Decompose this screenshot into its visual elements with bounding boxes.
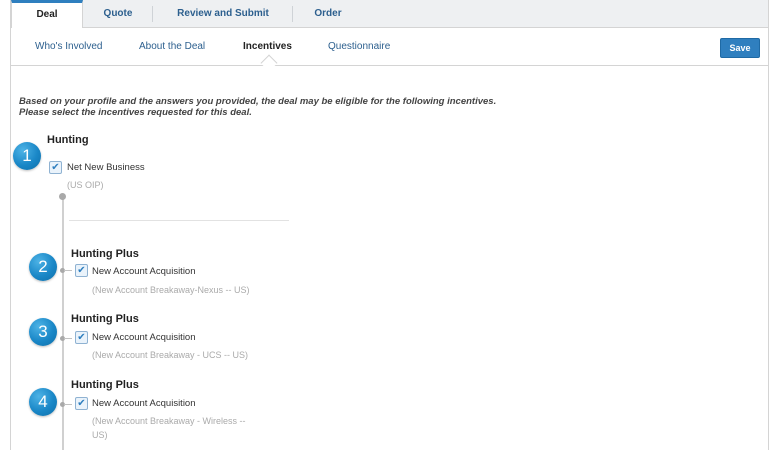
timeline-dot [59,193,66,200]
tab-quote[interactable]: Quote [83,0,153,28]
incentive-checkbox[interactable]: ✔ [75,264,88,277]
tab-deal[interactable]: Deal [11,0,83,29]
incentive-title: Hunting Plus [71,379,139,391]
deal-panel: Deal Quote Review and Submit Order Who's… [10,0,769,450]
subtab-about-the-deal[interactable]: About the Deal [139,41,205,52]
timeline-connector [64,404,72,405]
incentive-option-label: New Account Acquisition [92,398,196,409]
incentive-option-label: New Account Acquisition [92,332,196,343]
timeline-line [62,196,64,450]
incentive-program: (US OIP) [67,180,104,190]
tab-review-label: Review and Submit [177,8,269,19]
active-tab-pointer [260,54,278,72]
step-badge-1: 1 [13,142,41,170]
save-button[interactable]: Save [720,38,760,58]
top-tab-bar: Deal Quote Review and Submit Order [11,0,768,29]
incentive-program: (New Account Breakaway - Wireless -- US) [92,414,246,442]
incentive-title: Hunting [47,134,89,146]
incentive-title: Hunting Plus [71,248,139,260]
subtab-whos-involved[interactable]: Who's Involved [35,41,103,52]
incentive-title: Hunting Plus [71,313,139,325]
tab-quote-label: Quote [103,8,133,19]
intro-text: Based on your profile and the answers yo… [19,96,496,118]
step-badge-2: 2 [29,253,57,281]
step-badge-3: 3 [29,318,57,346]
timeline-connector [64,338,72,339]
section-divider [69,220,289,221]
subtab-questionnaire[interactable]: Questionnaire [328,41,390,52]
intro-line-1: Based on your profile and the answers yo… [19,96,497,107]
incentive-option-label: New Account Acquisition [92,266,196,277]
tab-review-and-submit[interactable]: Review and Submit [153,0,293,28]
incentive-program-line-2: US) [92,430,108,440]
subtab-incentives[interactable]: Incentives [243,41,292,52]
incentive-checkbox[interactable]: ✔ [75,331,88,344]
incentive-checkbox[interactable]: ✔ [49,161,62,174]
incentive-program-line-1: (New Account Breakaway - Wireless -- [92,416,246,426]
sub-tab-bar: Who's Involved About the Deal Incentives… [11,28,768,72]
incentive-program: (New Account Breakaway - UCS -- US) [92,350,249,360]
tab-order-label: Order [314,8,342,19]
step-badge-4: 4 [29,388,57,416]
timeline-connector [64,270,72,271]
intro-line-2: Please select the incentives requested f… [19,107,252,118]
incentive-checkbox[interactable]: ✔ [75,397,88,410]
tab-order[interactable]: Order [293,0,363,28]
incentive-option-label: Net New Business [67,162,145,173]
incentive-program: (New Account Breakaway-Nexus -- US) [92,285,250,295]
